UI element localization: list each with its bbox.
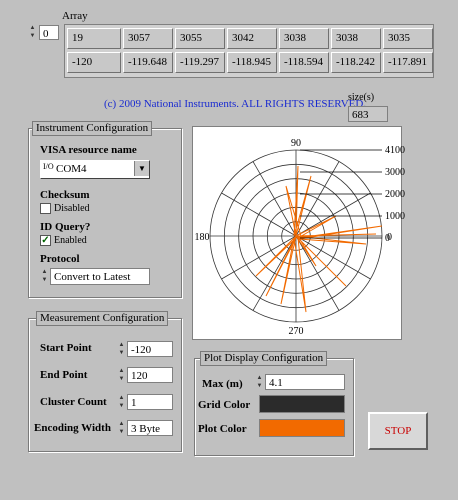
- cluster-spin-icon[interactable]: ▲ ▼: [117, 394, 126, 410]
- angle-label-180: 180: [195, 232, 210, 243]
- idquery-label: ID Query?: [40, 221, 91, 233]
- encoding-width-field[interactable]: 3 Byte: [127, 420, 173, 436]
- checkmark-icon: ✓: [41, 235, 50, 246]
- radius-scale: 4100 3000 2000 1000 0: [300, 145, 405, 244]
- start-point-label: Start Point: [40, 342, 92, 354]
- array-cell: -117.891: [383, 52, 433, 73]
- cluster-count-field[interactable]: 1: [127, 394, 173, 410]
- array-cell: -120: [67, 52, 121, 73]
- array-cell: -118.945: [227, 52, 277, 73]
- checksum-checkbox[interactable]: [40, 203, 51, 214]
- encoding-width-label: Encoding Width: [34, 422, 111, 434]
- instrument-config-title: Instrument Configuration: [32, 121, 153, 136]
- polar-plot: 90 180 270 0 4100 3000 2000 1000 0: [195, 138, 406, 337]
- array-cell: -118.242: [331, 52, 381, 73]
- grid-color-box[interactable]: [259, 395, 345, 413]
- array-cell: 3038: [331, 28, 381, 49]
- end-spin-icon[interactable]: ▲ ▼: [117, 367, 126, 383]
- radius-label: 2000: [385, 189, 405, 200]
- radius-label: 3000: [385, 167, 405, 178]
- size-label: size(s): [348, 92, 375, 103]
- size-indicator: 683: [348, 106, 388, 122]
- copyright-text: (c) 2009 National Instruments. ALL RIGHT…: [104, 98, 367, 110]
- plot-color-label: Plot Color: [198, 423, 247, 435]
- start-spin-icon[interactable]: ▲ ▼: [117, 341, 126, 357]
- array-cell: 3042: [227, 28, 277, 49]
- array-index-spinner[interactable]: ▲ ▼: [28, 24, 38, 40]
- checksum-state: Disabled: [54, 203, 90, 214]
- checksum-label: Checksum: [40, 189, 90, 201]
- protocol-value[interactable]: Convert to Latest: [50, 268, 150, 285]
- idquery-state: Enabled: [54, 235, 87, 246]
- angle-label-90: 90: [291, 138, 301, 149]
- array-cell: 3055: [175, 28, 225, 49]
- array-display: 19 3057 3055 3042 3038 3038 3035 -120 -119.648 -1…: [64, 24, 434, 78]
- grid-spoke: [221, 192, 297, 237]
- angle-label-270: 270: [289, 326, 304, 337]
- visa-value: COM4: [56, 163, 87, 175]
- max-label: Max (m): [202, 378, 243, 390]
- array-cell: 19: [67, 28, 121, 49]
- end-point-field[interactable]: 120: [127, 367, 173, 383]
- radius-label: 1000: [385, 211, 405, 222]
- protocol-ring[interactable]: ▲ ▼ Convert to Latest: [40, 268, 150, 285]
- array-label: Array: [62, 10, 88, 22]
- stop-button[interactable]: STOP: [368, 412, 428, 450]
- max-spin-icon[interactable]: ▲ ▼: [255, 374, 264, 390]
- array-cell: -119.648: [123, 52, 173, 73]
- radius-label: 4100: [385, 145, 405, 156]
- cluster-count-label: Cluster Count: [40, 396, 107, 408]
- array-cell: 3057: [123, 28, 173, 49]
- array-cell: -118.594: [279, 52, 329, 73]
- array-index-field[interactable]: 0: [39, 25, 59, 40]
- spin-arrows-icon[interactable]: ▲ ▼: [28, 24, 37, 40]
- end-point-label: End Point: [40, 369, 88, 381]
- visa-resource-select[interactable]: I/O COM4 ▼: [40, 160, 150, 179]
- visa-io-icon: I/O: [43, 162, 54, 171]
- max-field[interactable]: 4.1: [265, 374, 345, 390]
- array-cell: 3038: [279, 28, 329, 49]
- chevron-down-icon[interactable]: ▼: [134, 161, 149, 176]
- encoding-spin-icon[interactable]: ▲ ▼: [117, 420, 126, 436]
- array-cell: 3035: [383, 28, 433, 49]
- array-cell: -119.297: [175, 52, 225, 73]
- start-point-field[interactable]: -120: [127, 341, 173, 357]
- visa-label: VISA resource name: [40, 144, 137, 156]
- radius-label: 0: [385, 233, 390, 244]
- grid-color-label: Grid Color: [198, 399, 251, 411]
- spin-arrows-icon[interactable]: ▲ ▼: [40, 268, 49, 284]
- plot-color-box[interactable]: [259, 419, 345, 437]
- plot-config-title: Plot Display Configuration: [200, 351, 328, 366]
- measurement-config-title: Measurement Configuration: [36, 311, 169, 326]
- idquery-checkbox[interactable]: ✓: [40, 235, 51, 246]
- protocol-label: Protocol: [40, 253, 80, 265]
